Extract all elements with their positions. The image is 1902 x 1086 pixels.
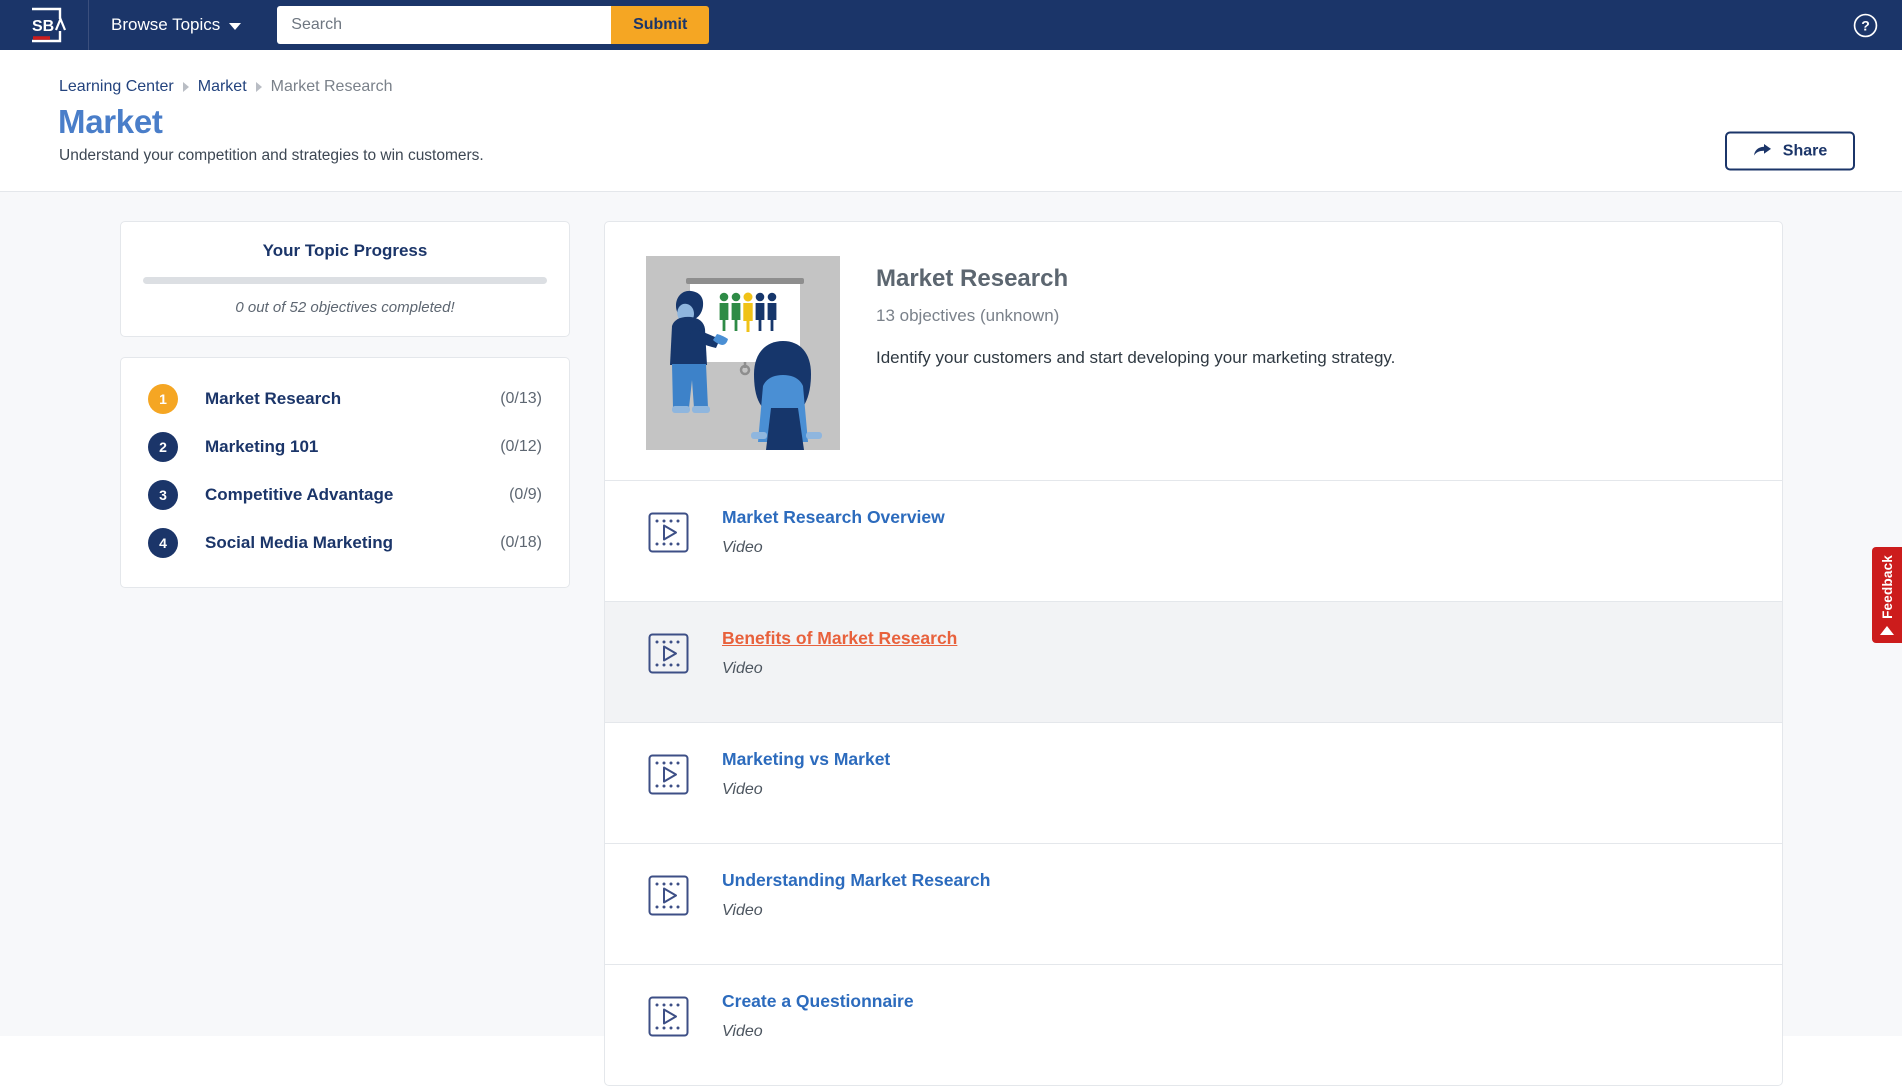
question-circle-icon[interactable]: ? bbox=[1853, 13, 1878, 38]
topic-number-badge: 3 bbox=[148, 480, 178, 510]
topics-list: 1 Market Research (0/13) 2 Marketing 101… bbox=[120, 357, 570, 588]
share-button[interactable]: Share bbox=[1725, 131, 1855, 171]
list-item[interactable]: Understanding Market Research Video bbox=[605, 843, 1782, 964]
lesson-panel: Market Research 13 objectives (unknown) … bbox=[604, 221, 1783, 1086]
sidebar-item-marketing-101[interactable]: 2 Marketing 101 (0/12) bbox=[121, 423, 569, 471]
sba-logo[interactable]: SB bbox=[0, 0, 88, 50]
svg-text:SB: SB bbox=[32, 18, 54, 35]
topic-count: (0/12) bbox=[500, 438, 542, 455]
topic-label: Marketing 101 bbox=[205, 437, 319, 456]
video-play-icon bbox=[648, 633, 689, 674]
search-form: Submit bbox=[277, 6, 710, 44]
list-item-text: Understanding Market Research Video bbox=[722, 870, 990, 920]
breadcrumb-separator-icon bbox=[255, 82, 262, 92]
video-play-icon bbox=[648, 996, 689, 1037]
browse-topics-label: Browse Topics bbox=[111, 15, 221, 34]
search-input[interactable] bbox=[277, 6, 612, 44]
topic-count: (0/9) bbox=[509, 486, 542, 503]
presentation-illustration bbox=[646, 256, 840, 450]
video-title-link[interactable]: Market Research Overview bbox=[722, 507, 945, 528]
page-subtitle: Understand your competition and strategi… bbox=[59, 147, 484, 164]
feedback-tab[interactable]: Feedback bbox=[1872, 547, 1902, 643]
video-title-link[interactable]: Create a Questionnaire bbox=[722, 991, 914, 1012]
breadcrumb-item-market[interactable]: Market bbox=[198, 78, 247, 96]
topic-label: Competitive Advantage bbox=[205, 485, 394, 504]
lesson-meta: Market Research 13 objectives (unknown) … bbox=[876, 256, 1395, 450]
topic-count: (0/18) bbox=[500, 534, 542, 551]
sidebar-item-social-media-marketing[interactable]: 4 Social Media Marketing (0/18) bbox=[121, 519, 569, 567]
video-type-label: Video bbox=[722, 781, 763, 798]
list-item-text: Market Research Overview Video bbox=[722, 507, 945, 557]
chevron-down-icon bbox=[229, 22, 242, 30]
topic-number-badge: 4 bbox=[148, 528, 178, 558]
lesson-title: Market Research bbox=[876, 265, 1069, 292]
list-item[interactable]: Marketing vs Market Video bbox=[605, 722, 1782, 843]
video-type-label: Video bbox=[722, 1023, 763, 1040]
submit-button[interactable]: Submit bbox=[611, 6, 710, 44]
progress-bar bbox=[143, 277, 547, 284]
lesson-description: Identify your customers and start develo… bbox=[876, 348, 1396, 367]
list-item-text: Marketing vs Market Video bbox=[722, 749, 890, 799]
topic-label: Market Research bbox=[205, 389, 342, 408]
breadcrumb: Learning Center Market Market Research bbox=[59, 78, 392, 96]
triangle-up-icon bbox=[1880, 625, 1894, 635]
topic-label: Social Media Marketing bbox=[205, 533, 393, 552]
sidebar-item-competitive-advantage[interactable]: 3 Competitive Advantage (0/9) bbox=[121, 471, 569, 519]
video-play-icon bbox=[648, 754, 689, 795]
list-item-text: Create a Questionnaire Video bbox=[722, 991, 914, 1041]
video-type-label: Video bbox=[722, 660, 763, 677]
sidebar-item-market-research[interactable]: 1 Market Research (0/13) bbox=[121, 375, 569, 423]
content-area: Your Topic Progress 0 out of 52 objectiv… bbox=[0, 192, 1902, 1086]
video-title-link[interactable]: Benefits of Market Research bbox=[722, 628, 957, 649]
video-title-link[interactable]: Marketing vs Market bbox=[722, 749, 890, 770]
svg-text:?: ? bbox=[1861, 18, 1870, 34]
sidebar-column: Your Topic Progress 0 out of 52 objectiv… bbox=[120, 221, 570, 588]
progress-note: 0 out of 52 objectives completed! bbox=[235, 299, 455, 316]
feedback-label: Feedback bbox=[1879, 555, 1895, 619]
list-item[interactable]: Create a Questionnaire Video bbox=[605, 964, 1782, 1085]
breadcrumb-separator-icon bbox=[182, 82, 189, 92]
video-type-label: Video bbox=[722, 539, 763, 556]
browse-topics-menu[interactable]: Browse Topics bbox=[89, 0, 263, 50]
video-play-icon bbox=[648, 512, 689, 553]
top-navigation-bar: SB Browse Topics Submit ? bbox=[0, 0, 1902, 50]
topic-number-badge: 2 bbox=[148, 432, 178, 462]
lesson-header: Market Research 13 objectives (unknown) … bbox=[605, 222, 1782, 480]
list-item[interactable]: Benefits of Market Research Video bbox=[605, 601, 1782, 722]
share-button-label: Share bbox=[1782, 142, 1828, 159]
topic-count: (0/13) bbox=[500, 390, 542, 407]
breadcrumb-item-learning-center[interactable]: Learning Center bbox=[59, 78, 174, 96]
list-item-text: Benefits of Market Research Video bbox=[722, 628, 957, 678]
topic-number-badge: 1 bbox=[148, 384, 178, 414]
lesson-objectives-count: 13 objectives (unknown) bbox=[876, 306, 1060, 325]
page-title: Market bbox=[58, 103, 163, 140]
video-title-link[interactable]: Understanding Market Research bbox=[722, 870, 990, 891]
list-item[interactable]: Market Research Overview Video bbox=[605, 480, 1782, 601]
page-header: Learning Center Market Market Research M… bbox=[0, 50, 1902, 192]
topic-progress-card: Your Topic Progress 0 out of 52 objectiv… bbox=[120, 221, 570, 337]
video-play-icon bbox=[648, 875, 689, 916]
breadcrumb-item-market-research: Market Research bbox=[270, 78, 393, 95]
video-type-label: Video bbox=[722, 902, 763, 919]
progress-card-title: Your Topic Progress bbox=[262, 241, 428, 260]
presentation-illustration-icon bbox=[646, 256, 840, 450]
share-arrow-icon bbox=[1753, 144, 1771, 156]
sba-logo-icon: SB bbox=[32, 7, 67, 43]
